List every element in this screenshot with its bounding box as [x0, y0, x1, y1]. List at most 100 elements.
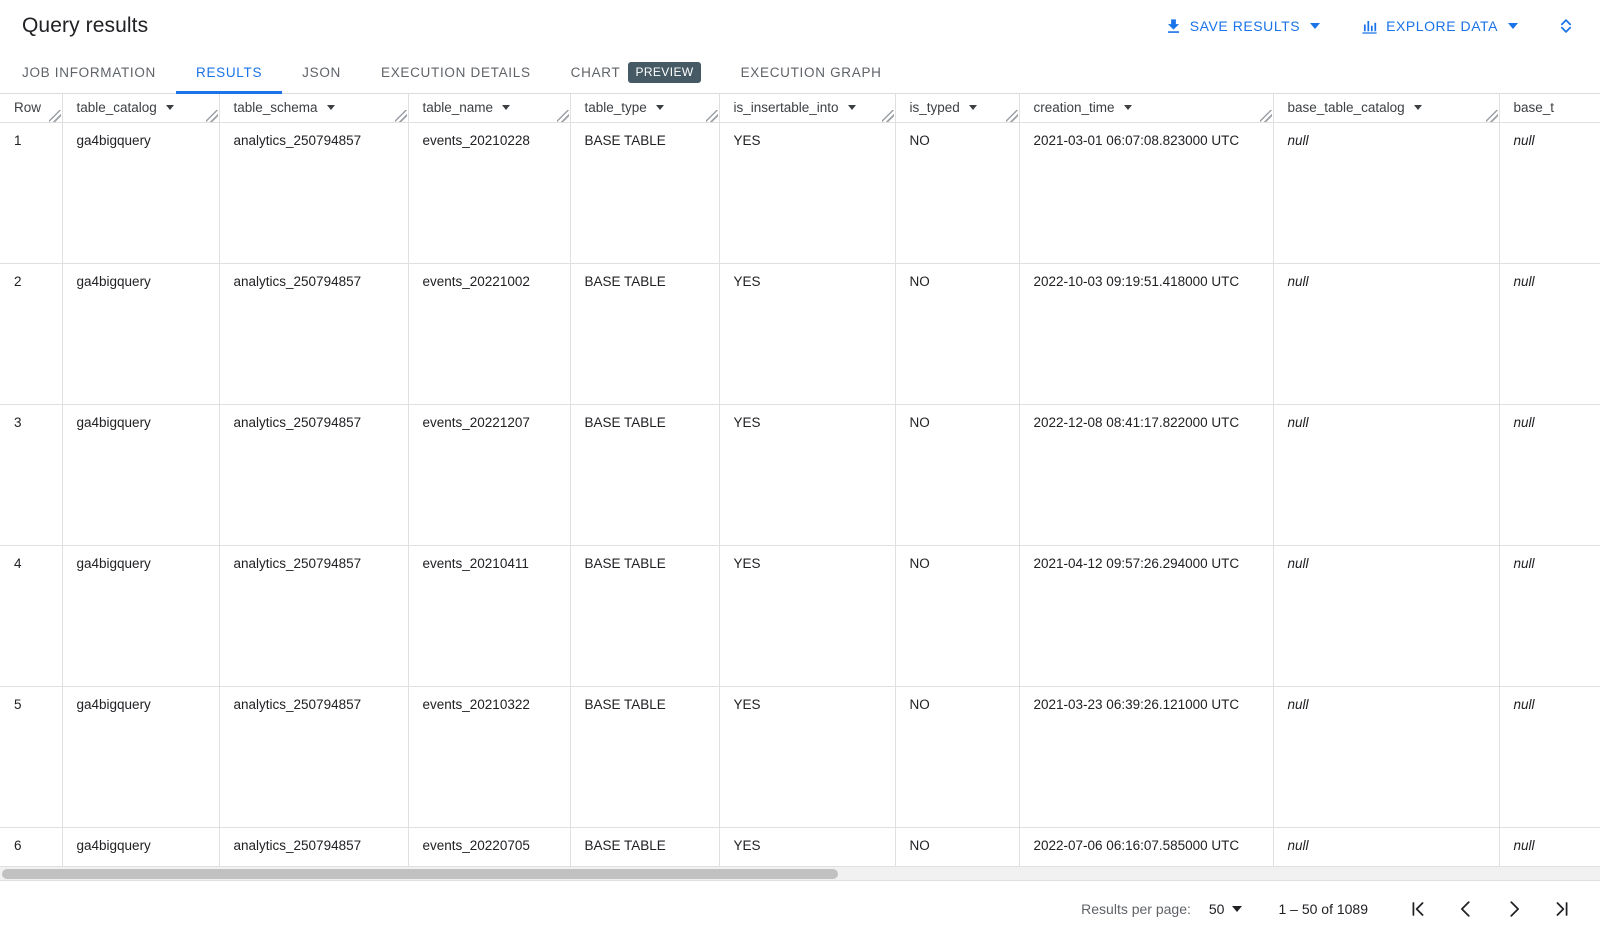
table-row[interactable]: 3ga4bigqueryanalytics_250794857events_20… [0, 404, 1600, 545]
results-tab-bar: JOB INFORMATION RESULTS JSON EXECUTION D… [0, 52, 1600, 94]
tab-label: EXECUTION DETAILS [381, 65, 531, 80]
horizontal-scrollbar[interactable] [0, 866, 1600, 880]
column-header-base-table-catalog[interactable]: base_table_catalog [1273, 94, 1499, 122]
column-header-table-catalog[interactable]: table_catalog [62, 94, 219, 122]
column-resize-handle[interactable] [882, 110, 894, 122]
table-row[interactable]: 5ga4bigqueryanalytics_250794857events_20… [0, 686, 1600, 827]
cell-table-schema: analytics_250794857 [219, 263, 408, 404]
tab-label: EXECUTION GRAPH [741, 65, 882, 80]
chevron-down-icon[interactable] [656, 105, 664, 110]
table-row[interactable]: 4ga4bigqueryanalytics_250794857events_20… [0, 545, 1600, 686]
cell-table-catalog: ga4bigquery [62, 263, 219, 404]
tab-results[interactable]: RESULTS [176, 52, 282, 93]
cell-row-number: 3 [0, 404, 62, 545]
column-label: table_catalog [77, 100, 157, 115]
query-results-panel: Query results SAVE RESULTS EXPLORE DATA [0, 0, 1600, 936]
page-title: Query results [22, 14, 148, 38]
header-inner: table_catalog [77, 100, 219, 115]
header-inner: table_type [585, 100, 719, 115]
column-label: table_name [423, 100, 494, 115]
cell-table-name: events_20210411 [408, 545, 570, 686]
cell-base-table-catalog: null [1273, 263, 1499, 404]
chevron-down-icon[interactable] [969, 105, 977, 110]
column-header-creation-time[interactable]: creation_time [1019, 94, 1273, 122]
chevron-down-icon[interactable] [502, 105, 510, 110]
column-resize-handle[interactable] [49, 110, 61, 122]
column-label: Row [14, 100, 41, 115]
column-resize-handle[interactable] [206, 110, 218, 122]
chevron-right-icon [1503, 898, 1525, 920]
header-inner: table_name [423, 100, 570, 115]
column-resize-handle[interactable] [395, 110, 407, 122]
previous-page-button[interactable] [1442, 885, 1490, 933]
first-page-button[interactable] [1394, 885, 1442, 933]
column-resize-handle[interactable] [557, 110, 569, 122]
column-resize-handle[interactable] [1260, 110, 1272, 122]
page-size-select[interactable]: 50 [1209, 901, 1243, 917]
last-page-button[interactable] [1538, 885, 1586, 933]
tab-execution-details[interactable]: EXECUTION DETAILS [361, 52, 551, 93]
cell-table-schema: analytics_250794857 [219, 404, 408, 545]
preview-badge: PREVIEW [628, 62, 700, 83]
cell-table-type: BASE TABLE [570, 545, 719, 686]
cell-base-table-catalog: null [1273, 686, 1499, 827]
results-toolbar: Query results SAVE RESULTS EXPLORE DATA [0, 0, 1600, 52]
tab-label: RESULTS [196, 65, 262, 80]
page-size-value: 50 [1209, 901, 1225, 917]
cell-row-number: 1 [0, 122, 62, 263]
column-label: table_schema [234, 100, 318, 115]
last-page-icon [1551, 898, 1573, 920]
save-results-button[interactable]: SAVE RESULTS [1154, 9, 1330, 43]
cell-row-number: 2 [0, 263, 62, 404]
table-row[interactable]: 2ga4bigqueryanalytics_250794857events_20… [0, 263, 1600, 404]
cell-table-type: BASE TABLE [570, 263, 719, 404]
column-header-is-insertable-into[interactable]: is_insertable_into [719, 94, 895, 122]
column-label: base_t [1514, 100, 1555, 115]
chevron-left-icon [1455, 898, 1477, 920]
tab-label: JOB INFORMATION [22, 65, 156, 80]
cell-table-type: BASE TABLE [570, 404, 719, 545]
column-header-table-name[interactable]: table_name [408, 94, 570, 122]
cell-table-schema: analytics_250794857 [219, 545, 408, 686]
column-resize-handle[interactable] [1006, 110, 1018, 122]
chevron-down-icon[interactable] [166, 105, 174, 110]
tab-json[interactable]: JSON [282, 52, 361, 93]
results-table-head: Row table_catalog table_schema [0, 94, 1600, 122]
cell-table-name: events_20210322 [408, 686, 570, 827]
cell-is-typed: NO [895, 545, 1019, 686]
tab-job-information[interactable]: JOB INFORMATION [2, 52, 176, 93]
results-table-container[interactable]: Row table_catalog table_schema [0, 94, 1600, 880]
column-header-table-type[interactable]: table_type [570, 94, 719, 122]
tab-label: JSON [302, 65, 341, 80]
column-resize-handle[interactable] [706, 110, 718, 122]
cell-table-schema: analytics_250794857 [219, 122, 408, 263]
cell-is-typed: NO [895, 122, 1019, 263]
unfold-panel-button[interactable] [1546, 6, 1586, 46]
next-page-button[interactable] [1490, 885, 1538, 933]
explore-data-label: EXPLORE DATA [1386, 18, 1498, 34]
column-header-table-schema[interactable]: table_schema [219, 94, 408, 122]
chevron-down-icon[interactable] [1414, 105, 1422, 110]
first-page-icon [1407, 898, 1429, 920]
tab-execution-graph[interactable]: EXECUTION GRAPH [721, 52, 902, 93]
cell-row-number: 4 [0, 545, 62, 686]
results-table-body: 1ga4bigqueryanalytics_250794857events_20… [0, 122, 1600, 880]
column-resize-handle[interactable] [1486, 110, 1498, 122]
table-row[interactable]: 1ga4bigqueryanalytics_250794857events_20… [0, 122, 1600, 263]
column-header-base-table-truncated[interactable]: base_t [1499, 94, 1600, 122]
cell-creation-time: 2021-03-01 06:07:08.823000 UTC [1019, 122, 1273, 263]
chevron-down-icon[interactable] [848, 105, 856, 110]
column-header-is-typed[interactable]: is_typed [895, 94, 1019, 122]
chevron-down-icon[interactable] [1124, 105, 1132, 110]
tab-chart[interactable]: CHART PREVIEW [551, 52, 721, 93]
cell-creation-time: 2022-12-08 08:41:17.822000 UTC [1019, 404, 1273, 545]
results-table: Row table_catalog table_schema [0, 94, 1600, 880]
chevron-down-icon[interactable] [327, 105, 335, 110]
horizontal-scrollbar-thumb[interactable] [2, 869, 838, 879]
explore-data-button[interactable]: EXPLORE DATA [1350, 9, 1528, 43]
cell-creation-time: 2021-04-12 09:57:26.294000 UTC [1019, 545, 1273, 686]
save-results-label: SAVE RESULTS [1190, 18, 1300, 34]
cell-table-name: events_20210228 [408, 122, 570, 263]
cell-is-typed: NO [895, 404, 1019, 545]
header-inner: is_typed [910, 100, 1019, 115]
